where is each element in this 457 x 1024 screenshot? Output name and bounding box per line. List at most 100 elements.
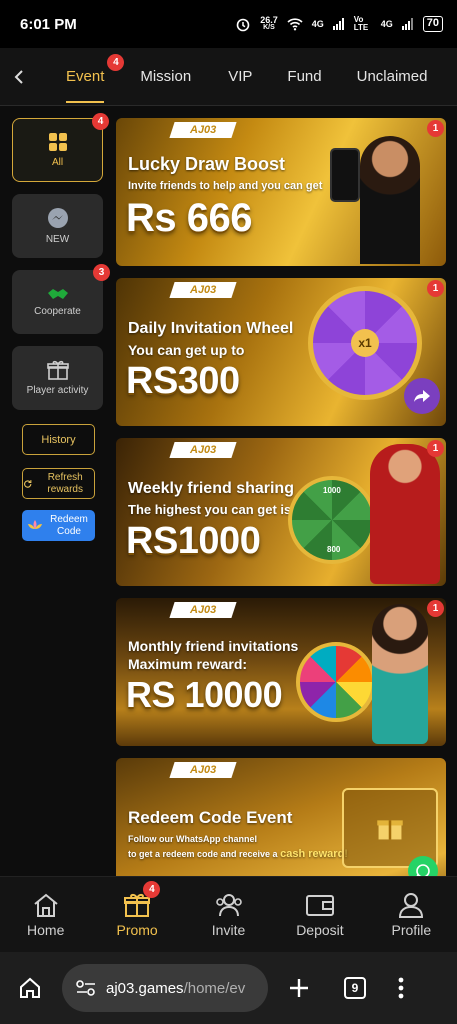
browser-home-button[interactable] xyxy=(16,976,44,1000)
pilot-woman-figure xyxy=(370,444,440,584)
home-icon xyxy=(34,893,58,917)
nav-promo[interactable]: Promo 4 xyxy=(91,877,182,952)
status-time: 6:01 PM xyxy=(20,15,77,33)
event-card-lucky-draw[interactable]: AJ03 Lucky Draw Boost Invite friends to … xyxy=(116,118,446,266)
tab-vip[interactable]: VIP xyxy=(228,48,252,106)
wifi-icon xyxy=(287,18,303,31)
bottom-nav: Home Promo 4 Invite Deposit Profile xyxy=(0,876,457,952)
card-title: Redeem Code Event xyxy=(128,808,293,827)
tab-event[interactable]: Event 4 xyxy=(66,48,125,106)
status-bar: 6:01 PM 26.7 K/S 4G Vo LTE 4G 70 xyxy=(0,0,457,48)
event-list: AJ03 Lucky Draw Boost Invite friends to … xyxy=(116,106,446,876)
card-amount: RS1000 xyxy=(126,520,261,562)
browser-toolbar: aj03.games/home/ev 9 xyxy=(0,952,457,1024)
card-badge: 1 xyxy=(427,280,444,297)
share-button[interactable] xyxy=(404,378,440,414)
wheel-center: x1 xyxy=(351,329,379,357)
browser-menu-button[interactable] xyxy=(398,977,404,999)
nav-promo-badge: 4 xyxy=(143,881,161,898)
tab-switcher-button[interactable]: 9 xyxy=(344,977,366,999)
brand-logo: AJ03 xyxy=(169,602,237,618)
wallet-icon xyxy=(305,894,334,916)
messenger-icon xyxy=(47,208,68,228)
card-subtitle-2: to get a redeem code and receive a cash … xyxy=(128,848,348,860)
wheel-label-top: 1000 xyxy=(323,486,341,495)
site-settings-icon xyxy=(76,980,95,996)
net-speed: 26.7 K/S xyxy=(260,15,278,32)
sidebar-item-all[interactable]: All 4 xyxy=(12,113,109,182)
url-text: aj03.games/home/ev xyxy=(106,979,246,997)
card-badge: 1 xyxy=(427,120,444,137)
network-4g-2: 4G xyxy=(380,19,393,29)
redeem-lotus-icon xyxy=(28,519,42,529)
sidebar-all-badge: 4 xyxy=(92,113,109,130)
card-subtitle: The highest you can get is xyxy=(128,502,292,517)
card-title: Daily Invitation Wheel xyxy=(128,320,294,337)
nav-deposit[interactable]: Deposit xyxy=(274,877,365,952)
plus-icon xyxy=(290,979,308,997)
card-badge: 1 xyxy=(427,440,444,457)
grid-icon xyxy=(48,133,67,151)
card-subtitle: Maximum reward: xyxy=(128,656,248,672)
network-4g-1: 4G xyxy=(311,19,324,29)
sidebar-cooperate-badge: 3 xyxy=(93,264,110,281)
nav-home[interactable]: Home xyxy=(0,877,91,952)
tab-unclaimed[interactable]: Unclaimed xyxy=(357,48,428,106)
card-title: Lucky Draw Boost xyxy=(128,154,286,174)
tab-fund[interactable]: Fund xyxy=(287,48,321,106)
card-badge: 1 xyxy=(427,600,444,617)
people-icon xyxy=(215,893,242,916)
color-wheel xyxy=(296,642,376,722)
url-bar[interactable]: aj03.games/home/ev xyxy=(62,964,268,1012)
sidebar-item-cooperate[interactable]: Cooperate 3 xyxy=(12,264,110,334)
battery-indicator: 70 xyxy=(422,16,443,32)
handshake-icon xyxy=(47,289,68,299)
card-title: Weekly friend sharing xyxy=(128,480,294,497)
card-illustration xyxy=(320,130,440,264)
card-amount: RS300 xyxy=(126,360,240,402)
tab-mission[interactable]: Mission xyxy=(140,48,191,106)
tab-event-badge: 4 xyxy=(107,53,125,71)
event-card-weekly-sharing[interactable]: AJ03 Weekly friend sharing The highest y… xyxy=(116,438,446,586)
gift-icon xyxy=(46,360,69,380)
sidebar-item-player-activity[interactable]: Player activity xyxy=(12,346,103,410)
card-subtitle: You can get up to xyxy=(128,342,245,358)
card-amount: Rs 666 xyxy=(126,196,252,240)
refresh-icon xyxy=(24,479,32,488)
whatsapp-icon xyxy=(416,864,430,876)
redeem-code-button[interactable]: Redeem Code xyxy=(22,510,95,541)
share-arrow-icon xyxy=(414,390,430,402)
wheel-label-bottom: 800 xyxy=(327,545,341,554)
sidebar-item-new[interactable]: NEW xyxy=(12,194,103,258)
card-subtitle: Follow our WhatsApp channel xyxy=(128,834,257,844)
refresh-rewards-button[interactable]: Refresh rewards xyxy=(22,468,95,499)
sidebar: All 4 NEW Cooperate 3 Player activity Hi… xyxy=(0,106,110,876)
woman-figure xyxy=(360,136,420,264)
history-button[interactable]: History xyxy=(22,424,95,455)
event-card-daily-wheel[interactable]: AJ03 Daily Invitation Wheel You can get … xyxy=(116,278,446,426)
event-card-monthly-invitations[interactable]: AJ03 Monthly friend invitations Maximum … xyxy=(116,598,446,746)
signal-icon xyxy=(332,18,344,30)
user-icon xyxy=(399,892,424,918)
back-button[interactable] xyxy=(0,48,38,106)
phone-shape xyxy=(330,148,360,202)
card-title: Monthly friend invitations xyxy=(128,638,299,654)
home-icon xyxy=(20,977,40,998)
more-vertical-icon xyxy=(398,977,404,999)
new-tab-button[interactable] xyxy=(286,977,312,999)
nav-profile[interactable]: Profile xyxy=(366,877,457,952)
gift-box-icon xyxy=(377,820,403,840)
brand-logo: AJ03 xyxy=(169,282,237,298)
signal-icon-2 xyxy=(401,18,413,30)
card-amount: RS 10000 xyxy=(126,674,283,715)
fitness-woman-figure xyxy=(372,604,428,744)
prize-wheel: x1 xyxy=(308,286,422,400)
brand-logo: AJ03 xyxy=(169,762,237,778)
nav-invite[interactable]: Invite xyxy=(183,877,274,952)
brand-logo: AJ03 xyxy=(169,122,237,138)
card-subtitle: Invite friends to help and you can get xyxy=(128,180,323,192)
prize-wheel-green: 1000 800 xyxy=(288,476,376,564)
volte-label: Vo LTE xyxy=(353,15,369,32)
event-card-redeem-code[interactable]: AJ03 Redeem Code Event Follow our WhatsA… xyxy=(116,758,446,876)
chevron-left-icon xyxy=(14,69,23,84)
